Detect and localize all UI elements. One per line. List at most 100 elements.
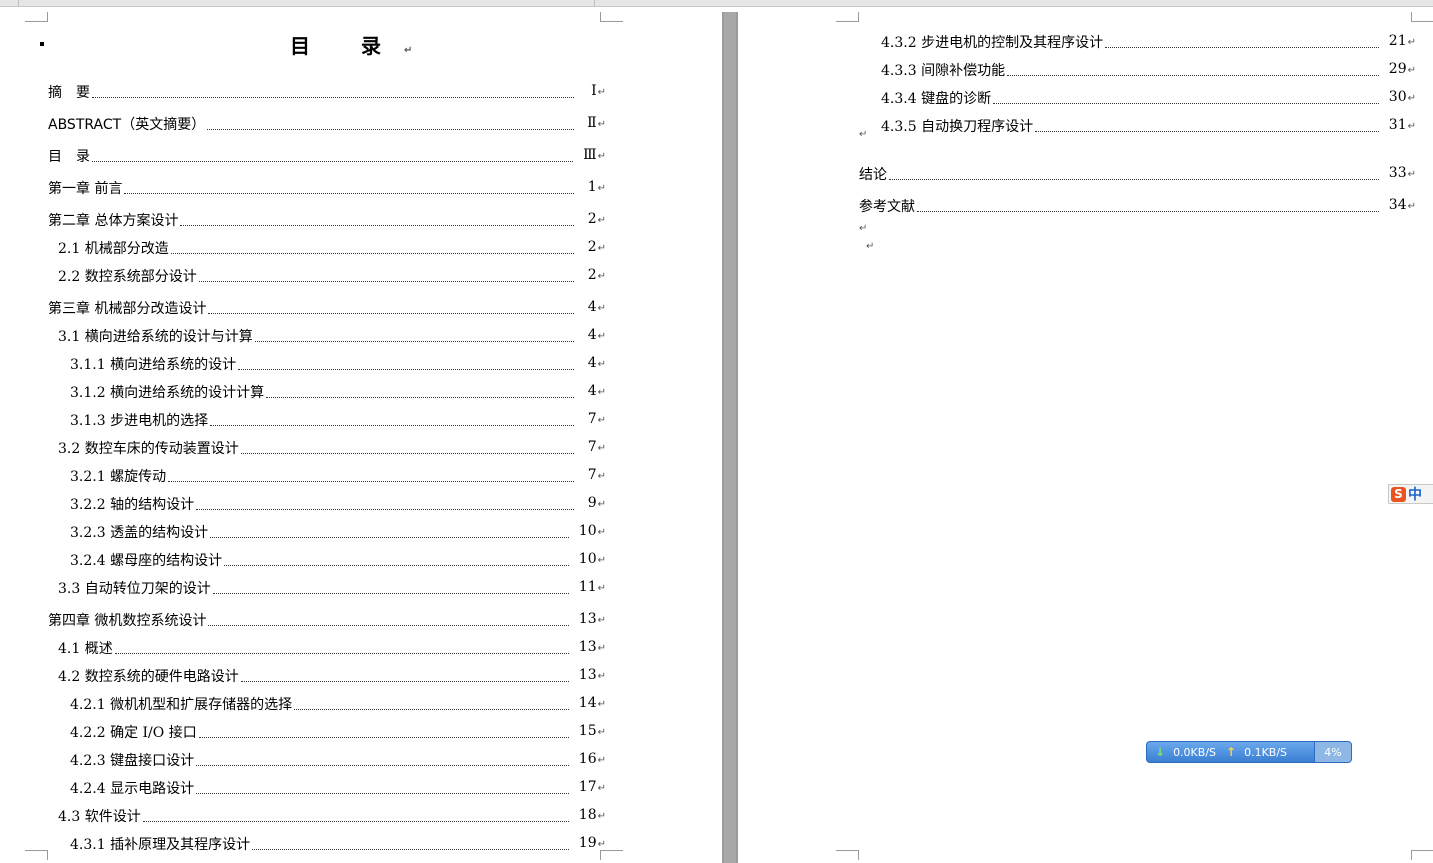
toc-entry[interactable]: 第一章 前言 1↵ [48,178,606,198]
paragraph-mark: ↵ [597,87,606,98]
toc-entry[interactable]: 3.1.1 横向进给系统的设计 4↵ [70,354,606,374]
toc-entry-label: 2.1 机械部分改造 [58,241,169,257]
toc-entry-label: 第三章 机械部分改造设计 [48,301,207,317]
toc-entry[interactable]: 第三章 机械部分改造设计 4↵ [48,298,606,318]
dot-leader [240,452,574,454]
toc-entry-page: 4↵ [587,327,606,343]
paragraph-mark: ↵ [597,359,606,370]
paragraph-mark: ↵ [597,811,606,822]
toc-entry[interactable]: 2.1 机械部分改造 2↵ [58,238,606,258]
upload-arrow-icon: ↑ [1226,745,1237,759]
toc-entry-page: 34↵ [1388,197,1416,213]
toc-entry[interactable]: 4.3.1 插补原理及其程序设计 19↵ [70,834,606,854]
toc-entry[interactable]: 3.1 横向进给系统的设计与计算 4↵ [58,326,606,346]
paragraph-mark: ↵ [597,783,606,794]
toc-entry-page: 17↵ [578,779,606,795]
paragraph-mark: ↵ [597,443,606,454]
toc-entry[interactable]: 参考文献 34↵ [859,196,1416,216]
toc-entry[interactable]: 4.3.3 间隙补偿功能 29↵ [881,60,1416,80]
toc-entry-label: 4.3.4 键盘的诊断 [881,91,992,107]
toc-entry[interactable]: 3.2.4 螺母座的结构设计 10↵ [70,550,606,570]
dot-leader [210,424,574,426]
toc-entry-label: 4.3 软件设计 [58,809,141,825]
paragraph-mark: ↵ [597,583,606,594]
toc-entry[interactable]: 4.2.1 微机机型和扩展存储器的选择 14↵ [70,694,606,714]
dot-leader [294,708,569,710]
document-page-right[interactable]: 4.3.2 步进电机的控制及其程序设计 21↵ 4.3.3 间隙补偿功能 29↵ 4.3… [738,12,1433,863]
toc-entry[interactable]: 3.1.3 步进电机的选择 7↵ [70,410,606,430]
toc-entry[interactable]: 3.2.2 轴的结构设计 9↵ [70,494,606,514]
toc-entry-page: 19↵ [578,835,606,851]
toc-entry-label: 3.2.1 螺旋传动 [70,469,167,485]
toc-entry[interactable]: 第二章 总体方案设计 2↵ [48,210,606,230]
toc-entry[interactable]: 4.3.2 步进电机的控制及其程序设计 21↵ [881,32,1416,52]
margin-corner [836,12,859,22]
toc-entry-page: 29↵ [1388,61,1416,77]
ime-status-badge[interactable]: S 中 [1388,484,1433,504]
toc-entry-label: 4.2.3 键盘接口设计 [70,753,195,769]
paragraph-mark: ↵ [597,183,606,194]
toc-entry-page: 10↵ [578,523,606,539]
toc-entry[interactable]: ABSTRACT（英文摘要） Ⅱ↵ [48,114,606,134]
toc-entry-page: 4↵ [587,383,606,399]
paragraph-mark: ↵ [1407,169,1416,180]
toc-entry-label: 3.3 自动转位刀架的设计 [58,581,211,597]
toc-entry[interactable]: 2.2 数控系统部分设计 2↵ [58,266,606,286]
toc-entry-page: 9↵ [587,495,606,511]
toc-entry[interactable]: 4.1 概述 13↵ [58,638,606,658]
toc-entry-page: 7↵ [587,467,606,483]
margin-corner [25,850,48,860]
dot-leader [170,252,574,254]
toc-entry[interactable]: 4.2.2 确定 I/O 接口 15↵ [70,722,606,742]
dot-leader [254,340,574,342]
toc-entry-label: 4.3.3 间隙补偿功能 [881,63,1006,79]
dot-leader [266,396,574,398]
dot-leader [168,480,574,482]
paragraph-mark: ↵ [597,671,606,682]
toc-entry-label: 3.1 横向进给系统的设计与计算 [58,329,253,345]
toc-entry[interactable]: 3.2.3 透盖的结构设计 10↵ [70,522,606,542]
toc-entry[interactable]: 3.1.2 横向进给系统的设计计算 4↵ [70,382,606,402]
paragraph-mark: ↵ [597,499,606,510]
toc-entry[interactable]: 3.3 自动转位刀架的设计 11↵ [58,578,606,598]
paragraph-mark: ↵ [1407,37,1416,48]
toc-entry-page: 2↵ [587,267,606,283]
document-page-left[interactable]: 目 录↵ 摘 要 Ⅰ↵ ABSTRACT（英文摘要） Ⅱ↵ 目 录 Ⅲ↵ 第一章 前言 1↵ 第… [0,12,722,863]
paragraph-mark: ↵ [859,223,868,234]
dot-leader [180,224,574,226]
toc-entry-label: 结论 [859,167,887,183]
paragraph-mark: ↵ [597,615,606,626]
toc-entry-page: Ⅱ↵ [587,115,606,131]
toc-entry[interactable]: 3.2 数控车床的传动装置设计 7↵ [58,438,606,458]
dot-leader [212,592,569,594]
sogou-logo-icon: S [1391,486,1406,502]
network-speed-monitor[interactable]: ↓ 0.0KB/S ↑ 0.1KB/S 4% [1146,741,1352,763]
dot-leader [1007,74,1379,76]
toc-entry[interactable]: 4.3 软件设计 18↵ [58,806,606,826]
toc-entry-page: 16↵ [578,751,606,767]
dot-leader [1035,130,1379,132]
toc-entry[interactable]: 结论 33↵ [859,164,1416,184]
toc-entry-page: Ⅲ↵ [583,147,606,163]
dot-leader [92,96,574,98]
toc-entry[interactable]: 目 录 Ⅲ↵ [48,146,606,166]
margin-corner [1411,12,1433,22]
dot-leader [207,128,574,130]
toc-entry[interactable]: 4.3.5 自动换刀程序设计 31↵ [881,116,1416,136]
toc-entry-label: ABSTRACT（英文摘要） [48,117,206,133]
toc-entry[interactable]: 摘 要 Ⅰ↵ [48,82,606,102]
dot-leader [114,652,569,654]
paragraph-mark: ↵ [597,415,606,426]
toc-entry[interactable]: 4.2.4 显示电路设计 17↵ [70,778,606,798]
toc-entry-page: 2↵ [587,239,606,255]
toc-entry[interactable]: 4.3.4 键盘的诊断 30↵ [881,88,1416,108]
toc-entry-page: 14↵ [578,695,606,711]
dot-leader [196,508,574,510]
usage-percent: 4% [1314,742,1351,762]
toc-entry[interactable]: 第四章 微机数控系统设计 13↵ [48,610,606,630]
toc-entry[interactable]: 4.2 数控系统的硬件电路设计 13↵ [58,666,606,686]
toc-entry-label: 3.1.3 步进电机的选择 [70,413,209,429]
toc-entry[interactable]: 3.2.1 螺旋传动 7↵ [70,466,606,486]
paragraph-mark: ↵ [1407,201,1416,212]
toc-entry[interactable]: 4.2.3 键盘接口设计 16↵ [70,750,606,770]
